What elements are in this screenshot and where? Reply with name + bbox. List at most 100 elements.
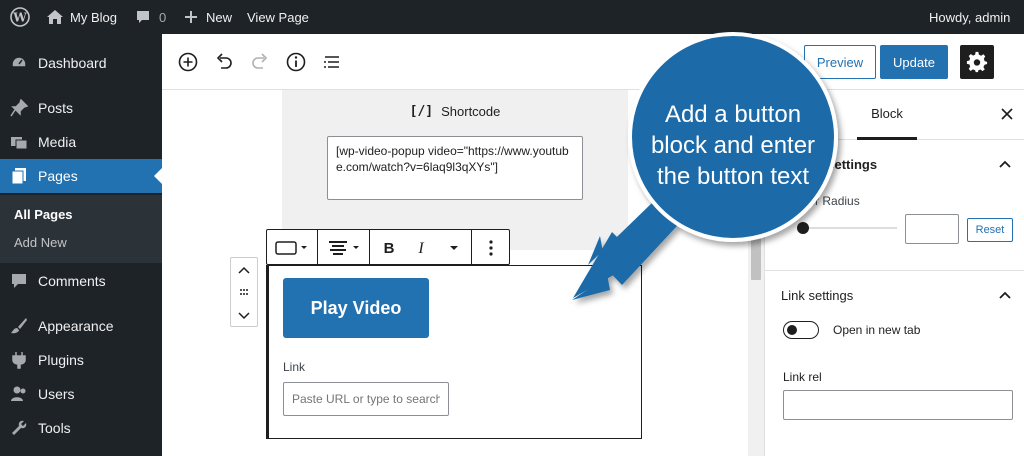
border-radius-slider-track[interactable] — [799, 227, 897, 229]
comments-count: 0 — [159, 9, 167, 25]
brush-icon — [11, 318, 27, 334]
view-page-link[interactable]: View Page — [247, 0, 309, 34]
add-block-icon[interactable] — [176, 50, 200, 74]
sidebar-item-label: Pages — [38, 168, 78, 184]
tab-page[interactable]: Page — [787, 107, 817, 122]
info-icon[interactable] — [284, 50, 308, 74]
toolbar-separator — [471, 230, 472, 264]
shortcode-title: Shortcode — [441, 104, 501, 119]
scrollbar-thumb[interactable] — [751, 90, 761, 280]
comments-link[interactable]: 0 — [135, 0, 166, 34]
wordpress-logo-icon[interactable]: W — [10, 0, 30, 34]
border-radius-slider-handle[interactable] — [797, 222, 809, 234]
drag-handle-icon[interactable] — [237, 286, 251, 300]
editor-header: Preview Update — [162, 34, 1024, 90]
new-content-link[interactable]: New — [184, 0, 232, 34]
sidebar-item-comments[interactable]: Comments — [0, 264, 162, 298]
admin-sidebar: Dashboard Posts Media Pages All Pages Ad… — [0, 34, 162, 456]
sidebar-item-appearance[interactable]: Appearance — [0, 309, 162, 343]
italic-icon[interactable]: I — [413, 239, 429, 257]
submenu-all-pages[interactable]: All Pages — [14, 207, 73, 222]
sidebar-item-plugins[interactable]: Plugins — [0, 343, 162, 377]
align-center-icon[interactable] — [327, 240, 361, 256]
sidebar-item-label: Media — [38, 134, 77, 150]
button-block[interactable]: Play Video Link — [266, 265, 642, 439]
toolbar-separator — [369, 230, 370, 264]
editor-canvas: [/] Shortcode [wp-video-popup video="htt… — [162, 90, 748, 456]
sidebar-item-label: Appearance — [38, 318, 114, 334]
bold-icon[interactable]: B — [381, 239, 397, 257]
sidebar-item-dashboard[interactable]: Dashboard — [0, 46, 162, 80]
admin-bar: W My Blog 0 New View Page Howdy, admin — [0, 0, 1024, 34]
svg-text:I: I — [417, 240, 424, 257]
tab-block[interactable]: Block — [857, 90, 917, 140]
undo-icon[interactable] — [212, 50, 236, 74]
comment-icon — [137, 11, 149, 23]
link-rel-label: Link rel — [783, 370, 822, 384]
open-new-tab-label: Open in new tab — [833, 323, 921, 337]
close-icon[interactable] — [999, 106, 1015, 122]
site-name: My Blog — [70, 9, 117, 25]
sidebar-item-label: Plugins — [38, 352, 84, 368]
site-name-link[interactable]: My Blog — [46, 0, 117, 34]
dashboard-icon — [11, 56, 27, 68]
canvas-scrollbar[interactable] — [748, 90, 764, 456]
reset-button[interactable]: Reset — [967, 218, 1013, 242]
plugin-icon — [12, 352, 26, 369]
open-new-tab-toggle[interactable] — [783, 321, 819, 339]
redo-icon[interactable] — [248, 50, 272, 74]
list-view-icon[interactable] — [320, 50, 344, 74]
pin-icon — [10, 99, 28, 117]
sidebar-item-label: Posts — [38, 100, 74, 116]
howdy-user-link[interactable]: Howdy, admin — [929, 0, 1010, 34]
users-icon — [11, 386, 26, 401]
button-block-type-icon[interactable] — [275, 240, 309, 256]
border-radius-input[interactable] — [905, 214, 959, 244]
comment-icon — [12, 274, 26, 288]
svg-text:W: W — [12, 11, 27, 25]
chevron-up-icon[interactable] — [997, 287, 1013, 303]
chevron-down-icon[interactable] — [237, 308, 251, 322]
link-url-input[interactable] — [283, 382, 449, 416]
block-mover — [230, 257, 258, 327]
more-options-icon[interactable] — [483, 238, 499, 258]
sidebar-item-media[interactable]: Media — [0, 125, 162, 159]
settings-sidebar: Page Block Border settings Border Radius… — [764, 90, 1024, 456]
sidebar-item-posts[interactable]: Posts — [0, 91, 162, 125]
chevron-up-icon[interactable] — [237, 264, 251, 278]
section-divider — [765, 270, 1024, 271]
gear-icon — [966, 51, 988, 73]
sidebar-item-label: Dashboard — [38, 55, 107, 71]
link-settings-title[interactable]: Link settings — [781, 288, 853, 303]
play-video-button[interactable]: Play Video — [283, 278, 429, 338]
sidebar-item-label: Users — [38, 386, 75, 402]
border-settings-title[interactable]: Border settings — [781, 157, 877, 172]
chevron-up-icon[interactable] — [997, 156, 1013, 172]
sidebar-item-users[interactable]: Users — [0, 377, 162, 411]
toolbar-separator — [317, 230, 318, 264]
sidebar-item-label: Tools — [38, 420, 71, 436]
shortcode-block[interactable]: [/] Shortcode [wp-video-popup video="htt… — [282, 90, 628, 250]
sidebar-item-tools[interactable]: Tools — [0, 411, 162, 445]
more-formatting-chevron-icon[interactable] — [447, 240, 461, 256]
border-radius-label: Border Radius — [783, 194, 860, 208]
preview-button[interactable]: Preview — [804, 45, 876, 79]
sidebar-item-label: Comments — [38, 273, 106, 289]
wrench-icon — [12, 420, 27, 435]
toggle-knob — [787, 325, 797, 335]
media-icon — [11, 137, 28, 150]
link-rel-input[interactable] — [783, 390, 1013, 420]
shortcode-icon: [/] — [409, 104, 434, 119]
shortcode-block-label: [/] Shortcode — [282, 104, 628, 119]
update-button[interactable]: Update — [880, 45, 948, 79]
pages-submenu: All Pages Add New — [0, 195, 162, 263]
shortcode-input[interactable]: [wp-video-popup video="https://www.youtu… — [327, 136, 583, 200]
link-label: Link — [283, 360, 306, 374]
plus-icon — [185, 11, 197, 23]
svg-text:B: B — [384, 240, 395, 257]
settings-button[interactable] — [960, 45, 994, 79]
block-toolbar: B I — [266, 229, 510, 265]
submenu-add-new[interactable]: Add New — [14, 235, 67, 250]
home-icon — [47, 10, 63, 24]
sidebar-item-pages[interactable]: Pages — [0, 159, 162, 193]
